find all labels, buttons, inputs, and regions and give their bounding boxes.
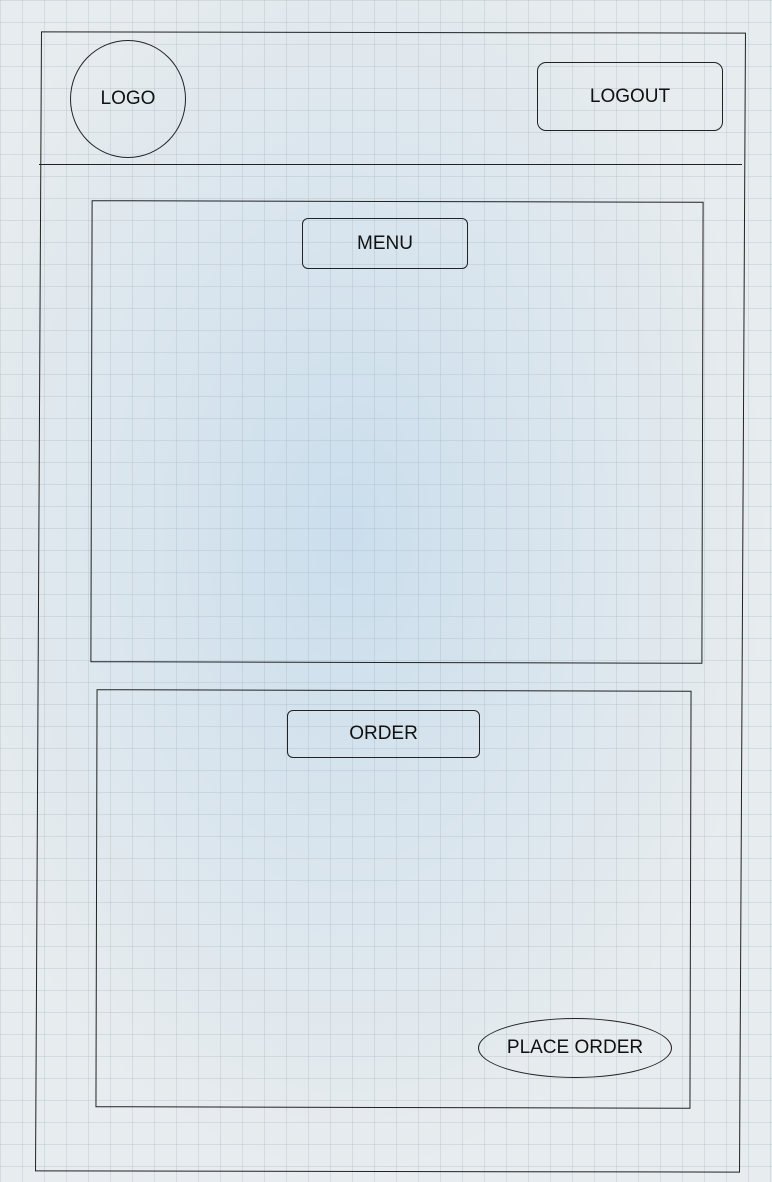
menu-title: MENU <box>302 218 468 269</box>
order-title: ORDER <box>287 710 480 758</box>
place-order-label: PLACE ORDER <box>506 1037 644 1058</box>
menu-panel <box>90 200 704 664</box>
order-title-text: ORDER <box>349 723 418 744</box>
logout-label: LOGOUT <box>589 85 671 107</box>
logo-text: LOGO <box>100 88 156 109</box>
place-order-button[interactable]: PLACE ORDER <box>478 1018 672 1078</box>
header-divider <box>39 164 742 165</box>
logo: LOGO <box>70 40 186 158</box>
menu-title-text: MENU <box>357 232 413 254</box>
logout-button[interactable]: LOGOUT <box>537 62 723 131</box>
